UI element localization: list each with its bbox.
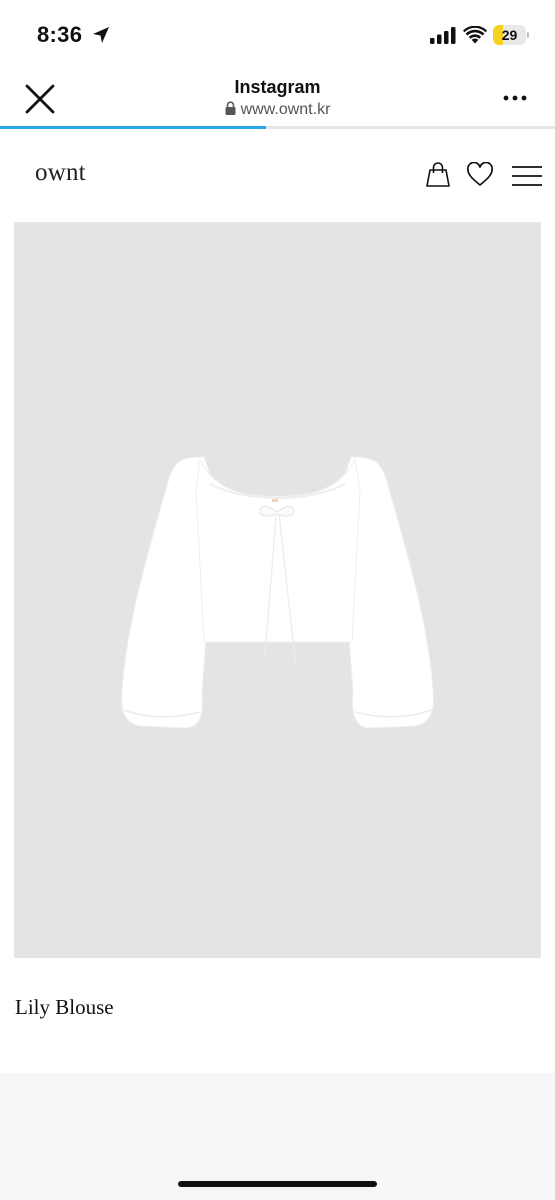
browser-title: Instagram	[234, 77, 321, 97]
more-dots-icon[interactable]	[502, 92, 528, 104]
url-text: www.ownt.kr	[240, 101, 331, 118]
product-image[interactable]	[14, 222, 541, 958]
blouse-body	[195, 458, 361, 643]
location-arrow-icon	[93, 27, 109, 43]
page-load-progress-fill	[0, 126, 267, 129]
lock-icon	[225, 101, 236, 115]
battery-cap	[527, 32, 529, 38]
hamburger-menu-icon[interactable]	[512, 165, 542, 187]
url-display[interactable]: www.ownt.kr	[0, 101, 555, 119]
cellular-signal-icon	[430, 27, 456, 44]
product-name[interactable]: Lily Blouse	[15, 995, 114, 1020]
page-load-progress	[0, 126, 555, 129]
site-logo[interactable]: ownt	[35, 159, 86, 187]
blouse-label	[272, 499, 278, 502]
wifi-icon	[463, 26, 487, 44]
blouse-illustration	[121, 456, 434, 729]
status-time: 8:36	[37, 22, 83, 47]
heart-icon[interactable]	[466, 162, 494, 187]
battery-percentage: 29	[501, 27, 518, 43]
home-indicator[interactable]	[178, 1181, 377, 1187]
shopping-bag-icon[interactable]	[424, 160, 452, 188]
battery-indicator: 29	[493, 25, 529, 45]
